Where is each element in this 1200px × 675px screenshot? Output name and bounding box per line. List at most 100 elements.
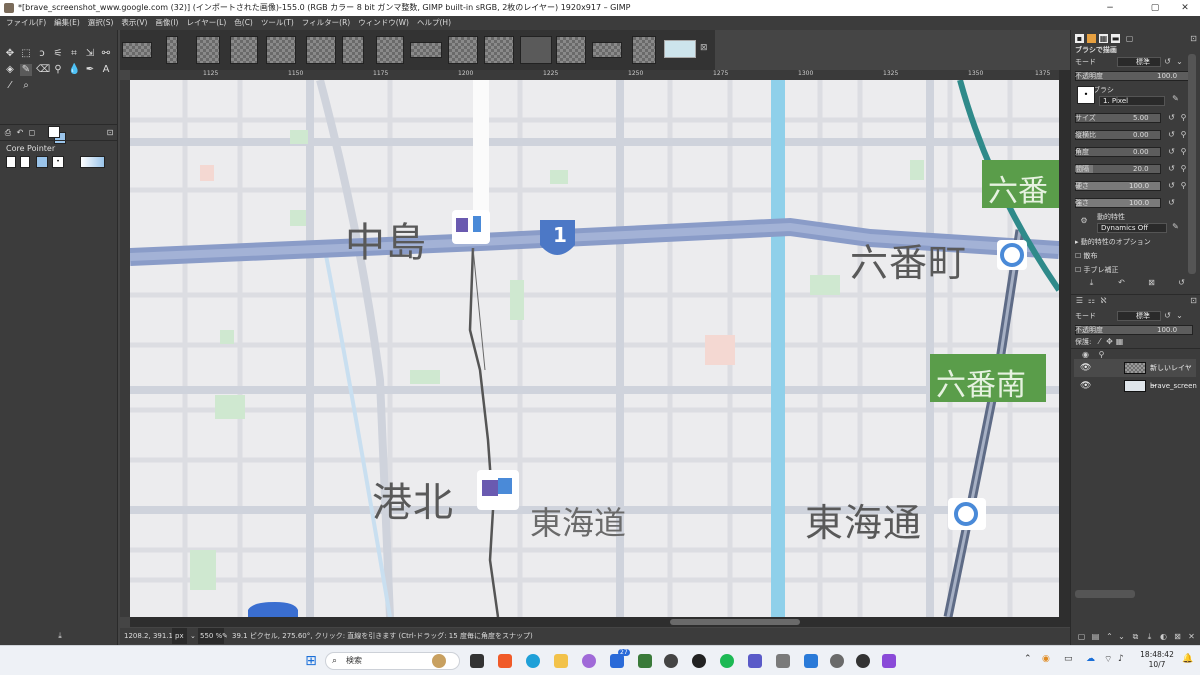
notification-bell-icon[interactable]: 🔔 [1182, 654, 1193, 664]
image-tab-active[interactable] [664, 40, 696, 58]
dynamics-icon[interactable]: ⚙ [1077, 216, 1091, 230]
bucket-fill-tool-icon[interactable]: ◈ [4, 64, 16, 76]
image-tab[interactable] [196, 36, 220, 64]
scatter-checkbox[interactable]: ☐ 散布 [1075, 250, 1098, 262]
calculator-icon[interactable] [638, 654, 652, 668]
new-group-icon[interactable]: ▤ [1091, 632, 1100, 641]
edit-dynamics-icon[interactable]: ✎ [1171, 222, 1180, 231]
chevron-down-icon[interactable]: ⌄ [1175, 57, 1184, 66]
layers-mode-reset-icon[interactable]: ↺ [1163, 311, 1172, 320]
reset-icon[interactable]: ↺ [1167, 164, 1176, 173]
lock-position-icon[interactable]: ✥ [1105, 337, 1114, 346]
layers-scrollbar[interactable] [1075, 590, 1135, 598]
chevron-up-icon[interactable]: ⌃ [1024, 654, 1032, 664]
reset-icon[interactable]: ↺ [1167, 198, 1176, 207]
brush-preview[interactable]: • [1077, 86, 1095, 104]
wifi-icon[interactable]: ⌔ [1104, 654, 1112, 665]
app-icon[interactable] [882, 654, 896, 668]
device-status-tab-icon[interactable]: ⎙ [2, 127, 14, 139]
lock-alpha-icon[interactable]: ▦ [1115, 337, 1124, 346]
menu-colors[interactable]: 色(C) [230, 16, 257, 30]
transform-tool-icon[interactable]: ⇲ [84, 48, 96, 60]
merge-layer-icon[interactable]: ⤓ [1145, 632, 1154, 641]
paths-tab-icon[interactable]: ℵ [1099, 296, 1108, 305]
menu-view[interactable]: 表示(V) [117, 16, 151, 30]
delete-options-icon[interactable]: ⊠ [1147, 278, 1156, 287]
reset-icon[interactable]: ↺ [1167, 181, 1176, 190]
force-value[interactable]: 100.0 [1129, 197, 1149, 209]
brave-browser-icon[interactable] [498, 654, 512, 668]
maximize-button[interactable]: ▢ [1140, 0, 1170, 16]
image-canvas[interactable]: 中島 港北 東海道 東海通 六番町 六番 六番南 1 [130, 80, 1059, 617]
mode-reset-icon[interactable]: ↺ [1163, 57, 1172, 66]
tray-icon[interactable]: ▭ [1064, 654, 1073, 664]
reset-options-icon[interactable]: ↺ [1177, 278, 1186, 287]
scrollbar-thumb[interactable] [670, 619, 800, 625]
unit-select[interactable]: px [172, 628, 187, 644]
edit-brush-icon[interactable]: ✎ [1171, 94, 1180, 103]
layer-opacity-value[interactable]: 100.0 [1157, 324, 1177, 336]
zoom-tool-icon[interactable]: ⌕ [20, 80, 32, 92]
move-tool-icon[interactable]: ✥ [4, 48, 16, 60]
image-tab[interactable] [342, 36, 364, 64]
settings-icon[interactable] [830, 654, 844, 668]
layers-mode-select[interactable]: 標準 [1117, 311, 1161, 321]
delete-layer-icon[interactable]: ⊠ [1173, 632, 1182, 641]
text-tool-icon[interactable]: A [100, 64, 112, 76]
image-tab[interactable] [448, 36, 478, 64]
gimp-taskbar-icon[interactable] [776, 654, 790, 668]
app-icon[interactable] [664, 654, 678, 668]
file-explorer-icon[interactable] [554, 654, 568, 668]
image-tab[interactable] [230, 36, 258, 64]
chevron-down-icon[interactable]: ⌄ [190, 628, 196, 644]
dock-menu-icon[interactable]: ⊡ [1189, 34, 1198, 43]
eraser-tool-icon[interactable]: ⌫ [36, 64, 50, 76]
taskbar-clock[interactable]: 18:48:42 10/7 [1137, 650, 1177, 670]
clone-tool-icon[interactable]: ⚲ [52, 64, 64, 76]
menu-tools[interactable]: ツール(T) [257, 16, 298, 30]
lower-layer-icon[interactable]: ⌄ [1117, 632, 1126, 641]
channels-tab-icon[interactable]: ⚏ [1087, 296, 1096, 305]
menu-image[interactable]: 画像(I) [151, 16, 182, 30]
warp-tool-icon[interactable]: ⚯ [100, 48, 112, 60]
brushes-tab-icon[interactable] [1087, 34, 1096, 43]
gradients-tab-icon[interactable]: ▬ [1111, 34, 1120, 43]
link-icon[interactable]: ⚲ [1179, 130, 1188, 139]
restore-options-icon[interactable]: ↶ [1117, 278, 1126, 287]
task-view-icon[interactable] [470, 654, 484, 668]
menu-select[interactable]: 選択(S) [84, 16, 118, 30]
aspect-value[interactable]: 0.00 [1133, 129, 1149, 141]
rect-select-tool-icon[interactable]: ⬚ [20, 48, 32, 60]
app-icon[interactable] [804, 654, 818, 668]
image-tab-photo[interactable] [520, 36, 552, 64]
layers-tab-icon[interactable]: ☰ [1075, 296, 1084, 305]
image-tab[interactable] [632, 36, 656, 64]
blur-tool-icon[interactable]: 💧 [68, 64, 80, 76]
opacity-value[interactable]: 100.0 [1157, 70, 1177, 82]
brush-name[interactable]: 1. Pixel [1099, 96, 1165, 106]
menu-layer[interactable]: レイヤー(L) [182, 16, 230, 30]
link-icon[interactable]: ⚲ [1179, 147, 1188, 156]
image-tab[interactable] [376, 36, 404, 64]
angle-value[interactable]: 0.00 [1133, 146, 1149, 158]
vertical-scrollbar[interactable] [1059, 70, 1070, 627]
image-tab[interactable] [592, 42, 622, 58]
visibility-eye-icon[interactable]: 👁 [1080, 359, 1091, 377]
raise-layer-icon[interactable]: ⌃ [1105, 632, 1114, 641]
close-image-tab-icon[interactable]: ⊠ [700, 43, 708, 53]
layer-name[interactable]: brave_screen [1150, 377, 1197, 395]
foreground-color-swatch[interactable] [48, 126, 60, 138]
smooth-checkbox[interactable]: ☐ 手ブレ補正 [1075, 264, 1119, 276]
mode-select[interactable]: 標準 [1117, 57, 1161, 67]
volume-icon[interactable]: ♪ [1118, 654, 1124, 664]
menu-windows[interactable]: ウィンドウ(W) [354, 16, 413, 30]
link-icon[interactable]: ⚲ [1179, 181, 1188, 190]
undo-history-tab-icon[interactable]: ↶ [14, 127, 26, 139]
link-icon[interactable]: ⚲ [1179, 164, 1188, 173]
lock-pixels-icon[interactable]: ⁄ [1095, 337, 1104, 346]
size-value[interactable]: 5.00 [1133, 112, 1149, 124]
images-tab-icon[interactable]: ◻ [26, 127, 38, 139]
image-tab[interactable] [122, 42, 152, 58]
tool-options-tab-icon[interactable]: ▪ [1075, 34, 1084, 43]
path-tool-icon[interactable]: ✒ [84, 64, 96, 76]
